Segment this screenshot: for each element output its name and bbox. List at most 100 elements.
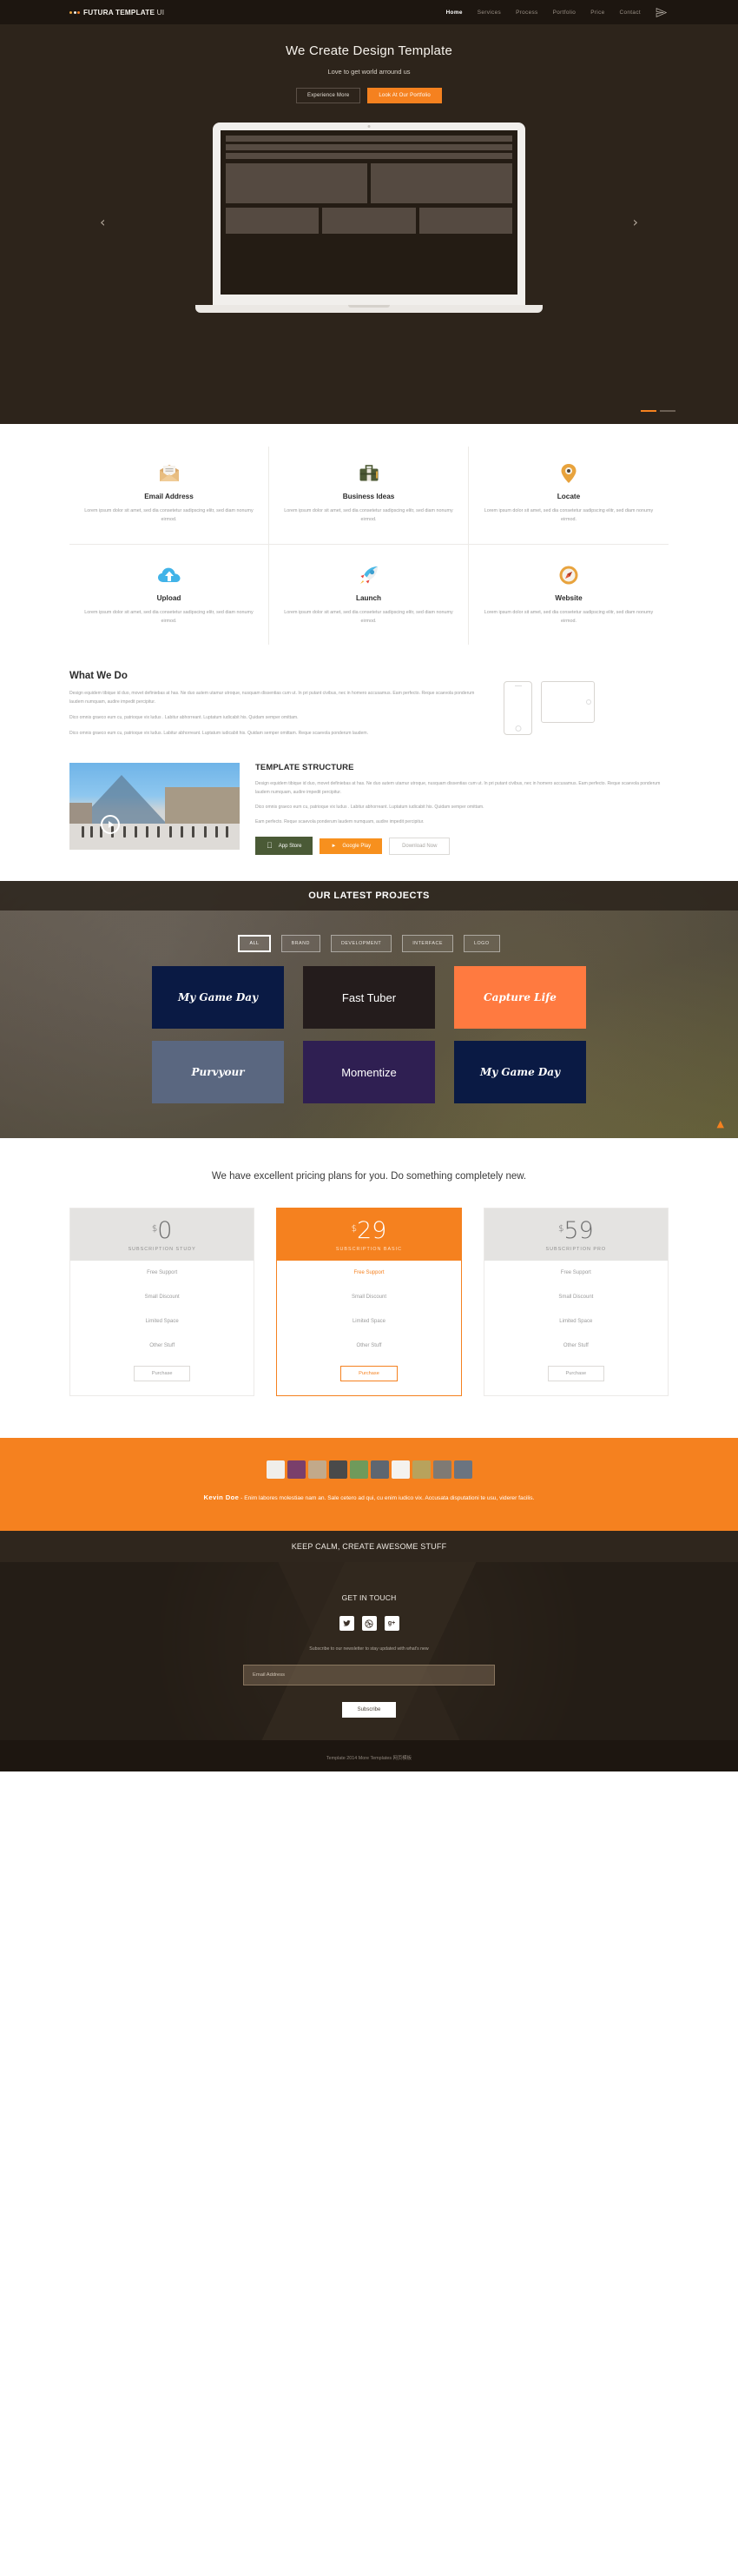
video-thumbnail[interactable] [69, 762, 240, 850]
avatar[interactable] [287, 1460, 306, 1480]
project-tile-label: Momentize [341, 1064, 397, 1079]
brand-logo[interactable]: FUTURA TEMPLATE UI [69, 9, 164, 17]
plan-feature: Other Stuff [356, 1342, 382, 1348]
hero-prev-arrow[interactable]: ‹ [100, 214, 105, 230]
service-card-launch[interactable]: Launch Lorem ipsum dolor sit amet, sed d… [269, 544, 469, 646]
plan-feature-list: Free Support Small Discount Limited Spac… [70, 1261, 254, 1358]
project-tile[interactable]: My Game Day [152, 966, 284, 1030]
filter-interface[interactable]: INTERFACE [402, 935, 453, 953]
projects-header: OUR LATEST PROJECTS [0, 881, 738, 911]
template-structure-heading: TEMPLATE STRUCTURE [255, 762, 354, 772]
project-tile[interactable]: My Game Day [454, 1041, 586, 1104]
look-at-portfolio-button[interactable]: Look At Our Portfolio [367, 88, 442, 103]
project-tile[interactable]: Momentize [303, 1041, 435, 1104]
pricing-plan-pro: $59 SUBSCRIPTION PRO Free Support Small … [483, 1208, 669, 1397]
service-card-business-ideas[interactable]: Business Ideas Lorem ipsum dolor sit ame… [269, 447, 469, 545]
avatar[interactable] [266, 1460, 285, 1480]
avatar[interactable] [307, 1460, 326, 1480]
avatar[interactable] [453, 1460, 472, 1480]
avatar[interactable] [391, 1460, 410, 1480]
nav-item-portfolio[interactable]: Portfolio [553, 10, 577, 16]
avatar[interactable] [349, 1460, 368, 1480]
plan-feature: Limited Space [145, 1318, 179, 1324]
plan-feature: Limited Space [559, 1318, 593, 1324]
brand-name-suffix: UI [155, 8, 165, 17]
plan-price: $59 [484, 1219, 668, 1242]
avatar[interactable] [328, 1460, 347, 1480]
project-tile[interactable]: Fast Tuber [303, 966, 435, 1030]
slider-dot-1[interactable] [641, 409, 656, 412]
slider-dot-2[interactable] [660, 409, 675, 412]
paper-plane-icon[interactable] [656, 7, 667, 18]
plan-amount-value: 59 [563, 1216, 594, 1244]
avatar[interactable] [432, 1460, 451, 1480]
service-card-locate[interactable]: Locate Lorem ipsum dolor sit amet, sed d… [469, 447, 669, 545]
dribbble-icon[interactable] [361, 1616, 377, 1632]
download-now-button[interactable]: Download Now [389, 837, 451, 855]
hero-buttons: Experience More Look At Our Portfolio [0, 88, 738, 103]
plan-feature: Free Support [560, 1269, 591, 1275]
what-we-do-paragraph-2: Dico omnis graeco eum cu, patrioque vix … [69, 714, 299, 720]
nav-item-home[interactable]: Home [446, 10, 463, 16]
plan-feature: Small Discount [558, 1294, 594, 1300]
service-title: Launch [355, 593, 382, 602]
nav-item-services[interactable]: Services [478, 10, 501, 16]
subscribe-button[interactable]: Subscribe [341, 1702, 397, 1718]
play-button[interactable] [101, 814, 120, 834]
pricing-grid: $0 SUBSCRIPTION STUDY Free Support Small… [69, 1208, 669, 1397]
tablet-mockup [541, 681, 595, 724]
google-play-button[interactable]: ► Google Play [320, 838, 383, 854]
brand-name-main: FUTURA TEMPLATE [83, 8, 155, 17]
purchase-button[interactable]: Purchase [547, 1366, 605, 1382]
nav-item-price[interactable]: Price [590, 10, 604, 16]
filter-brand[interactable]: BRAND [280, 935, 320, 953]
google-plus-icon[interactable]: g+ [384, 1616, 399, 1632]
service-text: Lorem ipsum dolor sit amet, sed dia cons… [284, 609, 453, 624]
service-card-email[interactable]: Email Address Lorem ipsum dolor sit amet… [69, 447, 269, 545]
experience-more-button[interactable]: Experience More [296, 88, 361, 103]
app-store-button[interactable]:  App Store [255, 837, 313, 856]
filter-logo[interactable]: LOGO [463, 935, 500, 953]
hero-next-arrow[interactable]: › [633, 214, 638, 230]
purchase-button[interactable]: Purchase [340, 1366, 398, 1382]
nav-item-process[interactable]: Process [516, 10, 538, 16]
template-structure-paragraph-1: Design equidem tibique id duo, movet def… [255, 780, 661, 795]
plan-name: SUBSCRIPTION BASIC [335, 1246, 403, 1252]
email-input[interactable] [243, 1665, 495, 1686]
testimonial-avatars [69, 1460, 669, 1480]
compass-icon [483, 562, 655, 588]
crowd-silhouettes [69, 824, 240, 838]
keep-calm-text: KEEP CALM, CREATE AWESOME STUFF [291, 1541, 447, 1551]
service-card-upload[interactable]: Upload Lorem ipsum dolor sit amet, sed d… [69, 544, 269, 646]
nav-item-contact[interactable]: Contact [620, 10, 641, 16]
chevron-up-icon[interactable]: ▲ [717, 1118, 724, 1129]
plan-footer: Purchase [70, 1358, 254, 1395]
services-grid: Email Address Lorem ipsum dolor sit amet… [69, 447, 669, 646]
top-navbar: FUTURA TEMPLATE UI Home Services Process… [0, 0, 738, 24]
brand-dots-icon [69, 10, 80, 14]
twitter-icon[interactable] [339, 1616, 354, 1632]
project-tile-label: Purvyour [191, 1065, 245, 1078]
project-tile[interactable]: Purvyour [152, 1041, 284, 1104]
service-card-website[interactable]: Website Lorem ipsum dolor sit amet, sed … [469, 545, 669, 646]
project-tile[interactable]: Capture Life [454, 966, 586, 1030]
template-structure-paragraph-3: Eam perfecto. Reque scaevola ponderum la… [255, 818, 425, 824]
pricing-plan-study: $0 SUBSCRIPTION STUDY Free Support Small… [69, 1208, 255, 1397]
project-tile-label: My Game Day [177, 990, 259, 1003]
testimonial-section: Kevin Doe - Enim labores molestiae nam a… [0, 1438, 738, 1532]
avatar[interactable] [370, 1460, 389, 1480]
what-we-do-paragraph-1: Design equidem tibique id duo, movet def… [69, 691, 475, 705]
plan-header: $59 SUBSCRIPTION PRO [484, 1209, 668, 1262]
google-play-label: Google Play [336, 843, 371, 849]
what-we-do-section: What We Do Design equidem tibique id duo… [0, 662, 738, 751]
plan-amount-value: 29 [357, 1216, 387, 1244]
purchase-button[interactable]: Purchase [133, 1366, 191, 1382]
plan-header: $29 SUBSCRIPTION BASIC [277, 1209, 461, 1262]
service-text: Lorem ipsum dolor sit amet, sed dia cons… [484, 609, 654, 624]
filter-all[interactable]: ALL [238, 935, 271, 953]
filter-development[interactable]: DEVELOPMENT [330, 935, 392, 953]
avatar[interactable] [412, 1460, 431, 1480]
plan-feature: Other Stuff [563, 1342, 589, 1348]
plan-feature: Other Stuff [149, 1342, 175, 1348]
brand-name: FUTURA TEMPLATE UI [83, 9, 164, 17]
